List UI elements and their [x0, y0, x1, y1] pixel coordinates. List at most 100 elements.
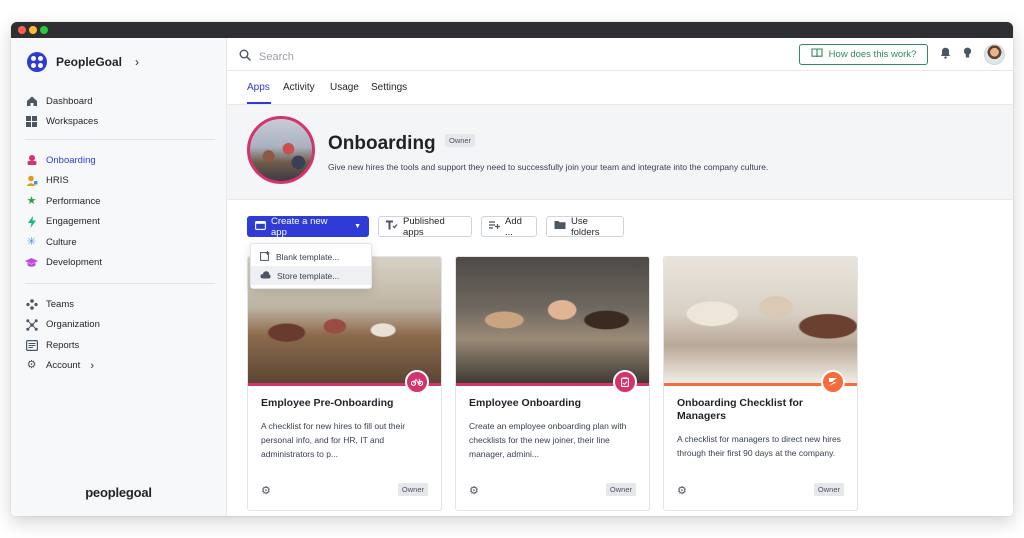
app-card-title: Employee Onboarding: [469, 397, 582, 409]
chevron-right-icon: ›: [135, 55, 140, 69]
sidebar-divider: [25, 283, 215, 284]
user-avatar[interactable]: [984, 44, 1005, 65]
browser-window: PeopleGoal › Dashboard Workspaces Onboar…: [11, 22, 1013, 516]
search-input[interactable]: [259, 51, 479, 63]
teams-icon: [25, 298, 38, 311]
gear-icon[interactable]: ⚙: [469, 484, 479, 497]
sidebar-item-label: Engagement: [46, 216, 100, 228]
onboarding-icon: [25, 154, 38, 167]
create-new-app-label: Create a new app: [271, 215, 328, 238]
gear-icon[interactable]: ⚙: [677, 484, 687, 497]
peoplegoal-logo-icon: [27, 52, 47, 72]
create-new-app-button[interactable]: Create a new app ▼: [247, 215, 369, 238]
use-folders-button[interactable]: Use folders: [546, 215, 624, 238]
published-apps-button[interactable]: Published apps: [378, 215, 472, 238]
store-template-label: Store template...: [277, 270, 340, 281]
sidebar-item-label: Workspaces: [46, 116, 99, 128]
page-title: Onboarding: [328, 133, 436, 154]
sidebar-item-dashboard[interactable]: Dashboard: [25, 91, 215, 112]
star-icon: ★: [26, 194, 37, 207]
owner-badge: Owner: [813, 483, 844, 496]
sidebar-item-reports[interactable]: Reports: [25, 335, 215, 356]
sidebar-item-organization[interactable]: Organization: [25, 315, 215, 336]
sidebar-item-label: Account: [46, 360, 81, 372]
search-icon: [239, 48, 251, 66]
gear-icon: ⚙: [26, 359, 37, 372]
organization-icon: [25, 318, 38, 331]
bike-icon: [405, 370, 429, 394]
notifications-bell-icon[interactable]: [940, 47, 951, 62]
published-apps-label: Published apps: [403, 215, 445, 238]
sidebar-item-label: Dashboard: [46, 95, 93, 107]
close-window-button[interactable]: [18, 26, 26, 34]
sidebar-item-engagement[interactable]: Engagement: [25, 212, 215, 233]
workspace-cover-image: [247, 116, 315, 184]
sidebar-item-label: Organization: [46, 319, 100, 331]
tab-usage[interactable]: Usage: [330, 82, 359, 93]
add-list-icon: [489, 220, 500, 233]
how-does-this-work-button[interactable]: How does this work?: [799, 44, 928, 65]
app-card[interactable]: Employee Onboarding Create an employee o…: [455, 256, 650, 511]
sidebar-bottom-nav: Teams Organization Reports ⚙ Account ›: [25, 294, 215, 376]
maximize-window-button[interactable]: [40, 26, 48, 34]
window-titlebar: [11, 22, 1013, 38]
sidebar-item-teams[interactable]: Teams: [25, 294, 215, 315]
sidebar-item-label: Onboarding: [46, 154, 96, 166]
sidebar-item-label: Teams: [46, 298, 74, 310]
home-icon: [25, 95, 38, 108]
sidebar-divider: [25, 139, 215, 140]
sidebar-item-label: Reports: [46, 339, 80, 351]
grid-icon: [25, 115, 38, 128]
sidebar-item-development[interactable]: Development: [25, 253, 215, 274]
app-card-title: Onboarding Checklist for Managers: [677, 397, 804, 422]
minimize-window-button[interactable]: [29, 26, 37, 34]
org-switcher[interactable]: PeopleGoal ›: [27, 52, 139, 72]
tab-apps[interactable]: Apps: [247, 82, 270, 93]
app-card[interactable]: Employee Pre-Onboarding A checklist for …: [247, 256, 442, 511]
app-card-description: Create an employee onboarding plan with …: [469, 421, 627, 459]
sidebar-item-label: HRIS: [46, 175, 69, 187]
main-content: How does this work? Apps Activity Usage …: [227, 38, 1013, 516]
app-tabs: Apps Activity Usage Settings: [227, 71, 1013, 105]
blank-template-option[interactable]: Blank template...: [251, 247, 371, 266]
workspace-header: Onboarding Owner Give new hires the tool…: [227, 105, 1013, 200]
sidebar-item-culture[interactable]: ✳ Culture: [25, 232, 215, 253]
manager-icon: [821, 370, 845, 394]
sidebar-item-account[interactable]: ⚙ Account ›: [25, 356, 215, 377]
add-label: Add ...: [505, 215, 522, 238]
sidebar-top-nav: Dashboard Workspaces: [25, 91, 215, 132]
sidebar: PeopleGoal › Dashboard Workspaces Onboar…: [11, 38, 227, 516]
tab-activity[interactable]: Activity: [283, 82, 315, 93]
window-icon: [255, 220, 266, 233]
app-shell: PeopleGoal › Dashboard Workspaces Onboar…: [11, 38, 1013, 516]
help-label: How does this work?: [828, 49, 917, 60]
apps-grid: Employee Pre-Onboarding A checklist for …: [247, 256, 858, 511]
tab-settings[interactable]: Settings: [371, 82, 407, 93]
app-card-image: [664, 257, 857, 383]
sidebar-item-workspaces[interactable]: Workspaces: [25, 112, 215, 133]
store-template-option[interactable]: Store template...: [251, 266, 371, 285]
blank-template-icon: [260, 250, 270, 263]
add-button[interactable]: Add ...: [481, 215, 537, 238]
snowflake-icon: ✳: [26, 235, 37, 248]
book-icon: [811, 48, 823, 61]
sidebar-item-hris[interactable]: HRIS: [25, 171, 215, 192]
search-bar: [239, 48, 479, 66]
reports-icon: [25, 339, 38, 352]
gear-icon[interactable]: ⚙: [261, 484, 271, 497]
sidebar-item-label: Culture: [46, 236, 77, 248]
sidebar-item-performance[interactable]: ★ Performance: [25, 191, 215, 212]
create-app-dropdown: Blank template... Store template...: [250, 243, 372, 289]
blank-template-label: Blank template...: [276, 251, 340, 262]
lightbulb-icon[interactable]: [963, 47, 972, 62]
sidebar-item-onboarding[interactable]: Onboarding: [25, 150, 215, 171]
sidebar-item-label: Performance: [46, 195, 101, 207]
owner-badge: Owner: [445, 134, 476, 147]
use-folders-label: Use folders: [571, 215, 600, 238]
app-card-image: [456, 257, 649, 383]
app-card[interactable]: Onboarding Checklist for Managers A chec…: [663, 256, 858, 511]
cloud-icon: [260, 270, 271, 281]
apps-toolbar: Create a new app ▼ Published apps Add ..…: [247, 215, 624, 238]
top-bar: How does this work?: [227, 38, 1013, 71]
graduation-icon: [25, 256, 38, 269]
